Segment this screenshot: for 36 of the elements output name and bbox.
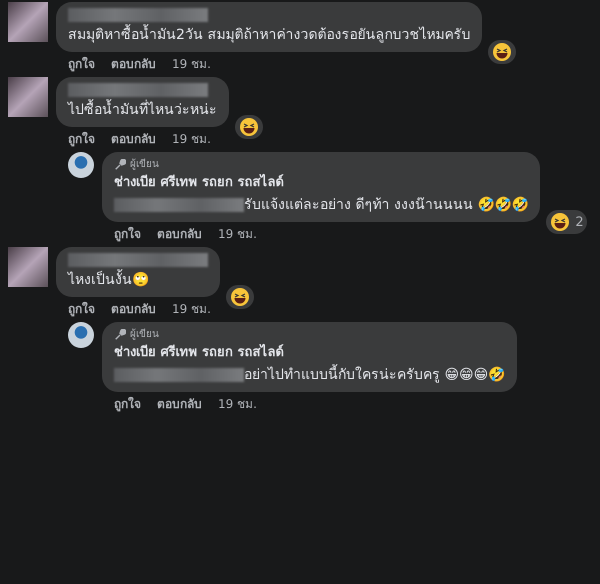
like-link[interactable]: ถูกใจ: [68, 131, 95, 147]
laughing-face-icon: [492, 42, 512, 62]
reply-link[interactable]: ตอบกลับ: [111, 301, 156, 317]
like-link[interactable]: ถูกใจ: [114, 226, 141, 242]
avatar-photo[interactable]: [68, 322, 94, 348]
pixelated-avatar[interactable]: [8, 77, 48, 117]
author-name[interactable]: ช่างเบีย ศรีเทพ รถยก รถสไลด์: [114, 344, 506, 362]
like-link[interactable]: ถูกใจ: [68, 56, 95, 72]
pixelated-avatar[interactable]: [8, 247, 48, 287]
timestamp: 19 ชม.: [172, 131, 211, 147]
timestamp: 19 ชม.: [218, 396, 257, 412]
timestamp: 19 ชม.: [172, 56, 211, 72]
reaction-badge[interactable]: 2: [546, 210, 587, 234]
microphone-icon: [114, 159, 126, 171]
timestamp: 19 ชม.: [218, 226, 257, 242]
reaction-count: 2: [575, 214, 584, 230]
reply-link[interactable]: ตอบกลับ: [157, 396, 202, 412]
laughing-face-icon: [550, 212, 570, 232]
laughing-face-icon: [230, 287, 250, 307]
timestamp: 19 ชม.: [172, 301, 211, 317]
author-role-label: ผู้เขียน: [130, 328, 159, 342]
reply-link[interactable]: ตอบกลับ: [111, 131, 156, 147]
reaction-badge[interactable]: [488, 40, 516, 64]
reaction-badge[interactable]: [226, 285, 254, 309]
author-role-label: ผู้เขียน: [130, 158, 159, 172]
comment-text: รับแจ้งแต่ละอย่าง ดีๆท้า งงงน๊านนนน 🤣🤣🤣: [244, 197, 528, 213]
like-link[interactable]: ถูกใจ: [68, 301, 95, 317]
microphone-icon: [114, 329, 126, 341]
reply-link[interactable]: ตอบกลับ: [157, 226, 202, 242]
pixelated-avatar[interactable]: [8, 2, 48, 42]
avatar-photo[interactable]: [68, 152, 94, 178]
laughing-face-icon: [239, 117, 259, 137]
reply-link[interactable]: ตอบกลับ: [111, 56, 156, 72]
like-link[interactable]: ถูกใจ: [114, 396, 141, 412]
author-name[interactable]: ช่างเบีย ศรีเทพ รถยก รถสไลด์: [114, 174, 528, 192]
reaction-badge[interactable]: [235, 115, 263, 139]
